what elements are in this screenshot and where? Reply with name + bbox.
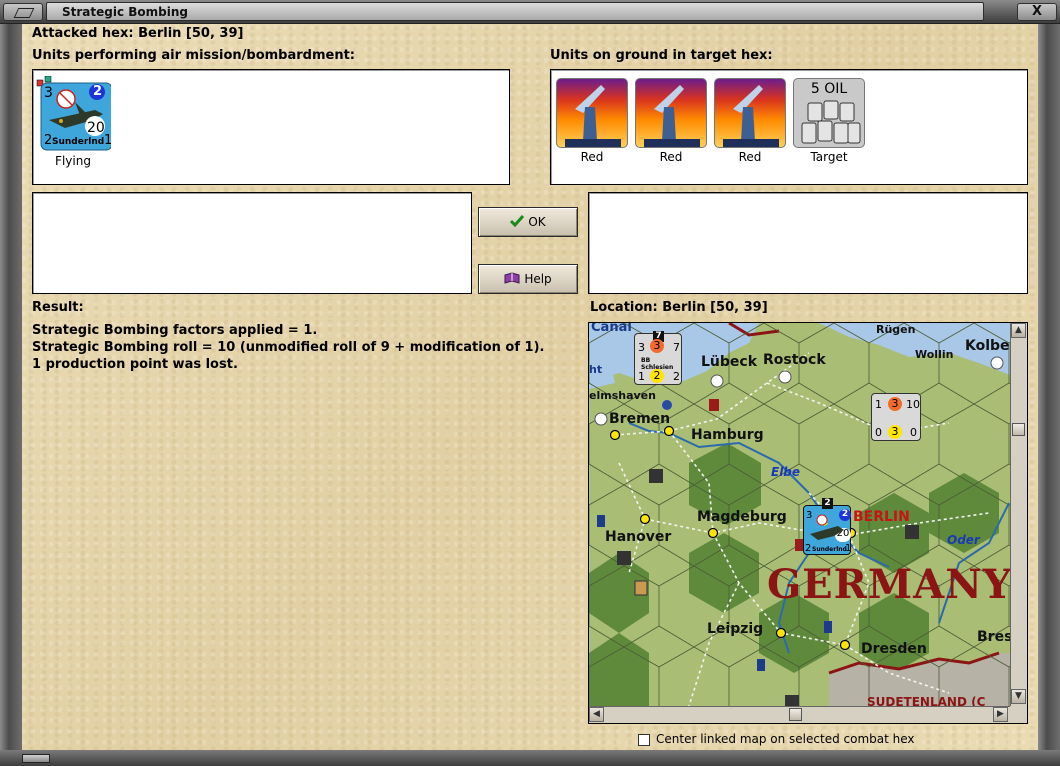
- map-label-elmshaven: elmshaven: [589, 389, 656, 402]
- anti-aircraft-gun-icon: [714, 78, 786, 148]
- ground-unit-caption: Target: [810, 150, 848, 164]
- help-button-label: Help: [524, 272, 552, 286]
- map-label-bremen: Bremen: [609, 411, 671, 427]
- result-line: Strategic Bombing roll = 10 (unmodified …: [32, 340, 545, 355]
- close-icon: X: [1031, 4, 1043, 19]
- map-label-elbe-river: Elbe: [771, 465, 801, 479]
- air-unit-center: 20: [87, 120, 105, 136]
- ground-units-heading: Units on ground in target hex:: [550, 48, 773, 63]
- ship-counter-name: BB Schlesien: [641, 357, 674, 371]
- map-label-hamburg: Hamburg: [691, 427, 764, 443]
- checkmark-icon: [510, 209, 525, 237]
- bomber-plane-icon: [810, 514, 844, 540]
- center-map-checkbox-label: Center linked map on selected combat hex: [656, 732, 915, 746]
- map-label-kolbe: Kolbe: [965, 338, 1010, 354]
- ground-unit-caption: Red: [659, 150, 683, 164]
- air-unit-item[interactable]: 3 2 20 2 Sunderlnd 1 Flying: [35, 75, 113, 168]
- map-label-oder-river: Oder: [947, 533, 980, 547]
- center-map-checkbox[interactable]: [638, 733, 650, 746]
- defender-info-box: [588, 192, 1028, 294]
- ship-counter-bottom-center: 3: [888, 425, 902, 439]
- air-unit-status: Flying: [55, 154, 91, 168]
- map-label-magdeburg: Magdeburg: [697, 509, 787, 525]
- air-unit-top-right: 2: [93, 84, 103, 99]
- ship-counter-bottom-left: 1: [638, 370, 645, 383]
- scroll-down-arrow[interactable]: ▼: [1011, 689, 1026, 704]
- map-label-canal: Canal: [591, 323, 632, 335]
- ground-unit-item[interactable]: 5 OIL Target: [791, 78, 867, 164]
- close-button[interactable]: X: [1017, 3, 1057, 21]
- ground-units-list[interactable]: Red Red Red 5 OIL Target: [550, 69, 1028, 185]
- ok-button-label: OK: [528, 215, 546, 229]
- air-units-list[interactable]: 3 2 20 2 Sunderlnd 1 Flying: [32, 69, 510, 185]
- map-label-hanover: Hanover: [605, 529, 672, 545]
- ground-unit-item[interactable]: Red: [633, 78, 709, 164]
- resize-grip[interactable]: [22, 754, 50, 763]
- ship-counter-bottom-left: 0: [875, 426, 882, 439]
- air-units-heading: Units performing air mission/bombardment…: [32, 48, 356, 63]
- map-label-bres: Bres: [977, 629, 1010, 645]
- ship-counter-top-right: 10: [906, 398, 920, 411]
- window-menu-button[interactable]: [3, 3, 43, 21]
- ship-counter-top-left: 3: [638, 341, 645, 354]
- oil-barrels-icon: 5 OIL: [793, 78, 865, 148]
- map-label-dresden: Dresden: [861, 641, 927, 657]
- window-frame-left: [0, 24, 22, 750]
- result-line: Strategic Bombing factors applied = 1.: [32, 323, 318, 338]
- map-ship-counter[interactable]: 7 3 3 7 BB Schlesien 1 2 2: [634, 331, 682, 385]
- air-unit-name: Sunderlnd: [52, 137, 105, 147]
- ship-counter-bottom-right: 0: [910, 426, 917, 439]
- window-frame-right: [1038, 24, 1060, 750]
- title-bar: Strategic Bombing X: [0, 0, 1060, 24]
- map-label-berlin: BERLIN: [853, 509, 910, 525]
- map-label-sudetenland: SUDETENLAND (C: [867, 695, 986, 706]
- dialog-content: Attacked hex: Berlin [50, 39] Units perf…: [22, 24, 1038, 750]
- map-label-lubeck: Lübeck: [701, 354, 758, 370]
- help-button[interactable]: Help: [478, 264, 578, 294]
- vertical-scroll-thumb[interactable]: [1012, 423, 1025, 436]
- ship-counter-top-left: 1: [875, 398, 882, 411]
- window-title: Strategic Bombing: [62, 5, 188, 19]
- scroll-right-arrow[interactable]: ▶: [993, 707, 1008, 722]
- ship-counter-bottom-right: 2: [673, 370, 680, 383]
- anti-aircraft-gun-icon: [556, 78, 628, 148]
- map-label-leipzig: Leipzig: [707, 621, 764, 637]
- map-air-counter[interactable]: 2 3 2 20 2 Sunderlnd 1: [803, 498, 851, 555]
- scroll-corner: [1010, 706, 1027, 723]
- map-label-wollin: Wollin: [915, 348, 954, 361]
- result-text: Strategic Bombing factors applied = 1. S…: [32, 322, 544, 373]
- air-unit-bottom-right: 1: [104, 133, 113, 148]
- window-frame-bottom: [0, 750, 1060, 766]
- map-label-rostock: Rostock: [763, 352, 826, 368]
- map-label-ht: ht: [589, 363, 603, 376]
- ground-unit-item[interactable]: Red: [554, 78, 630, 164]
- map-ship-counter[interactable]: 1 3 10 0 3 0: [871, 393, 921, 441]
- map-vertical-scrollbar[interactable]: ▲ ▼: [1010, 323, 1027, 706]
- map-viewport[interactable]: Canal Rügen Lübeck Rostock Wollin Kolbe …: [589, 323, 1010, 706]
- result-line: 1 production point was lost.: [32, 357, 238, 372]
- ground-unit-item[interactable]: Red: [712, 78, 788, 164]
- attacker-info-box: [32, 192, 472, 294]
- ship-counter-bottom-center: 2: [650, 369, 664, 383]
- map-horizontal-scrollbar[interactable]: ◀ ▶: [589, 706, 1010, 723]
- ship-counter-top-right: 7: [673, 341, 680, 354]
- air-unit-top-left: 3: [44, 85, 53, 101]
- ship-counter-top-center: 3: [650, 339, 664, 353]
- ship-counter-top-center: 3: [888, 397, 902, 411]
- result-heading: Result:: [32, 300, 84, 315]
- help-book-icon: [504, 266, 520, 294]
- location-map[interactable]: Canal Rügen Lübeck Rostock Wollin Kolbe …: [588, 322, 1028, 724]
- map-label-rugen: Rügen: [876, 323, 916, 336]
- map-label-germany: GERMANY: [767, 561, 1010, 608]
- scroll-left-arrow[interactable]: ◀: [589, 707, 604, 722]
- horizontal-scroll-thumb[interactable]: [789, 708, 802, 721]
- anti-aircraft-gun-icon: [635, 78, 707, 148]
- ground-unit-caption: Red: [580, 150, 604, 164]
- ok-button[interactable]: OK: [478, 207, 578, 237]
- ground-unit-caption: Red: [738, 150, 762, 164]
- location-heading: Location: Berlin [50, 39]: [590, 300, 768, 315]
- center-map-option[interactable]: Center linked map on selected combat hex: [638, 732, 915, 746]
- scroll-up-arrow[interactable]: ▲: [1011, 323, 1026, 338]
- attacked-hex-label: Attacked hex: Berlin [50, 39]: [32, 26, 244, 41]
